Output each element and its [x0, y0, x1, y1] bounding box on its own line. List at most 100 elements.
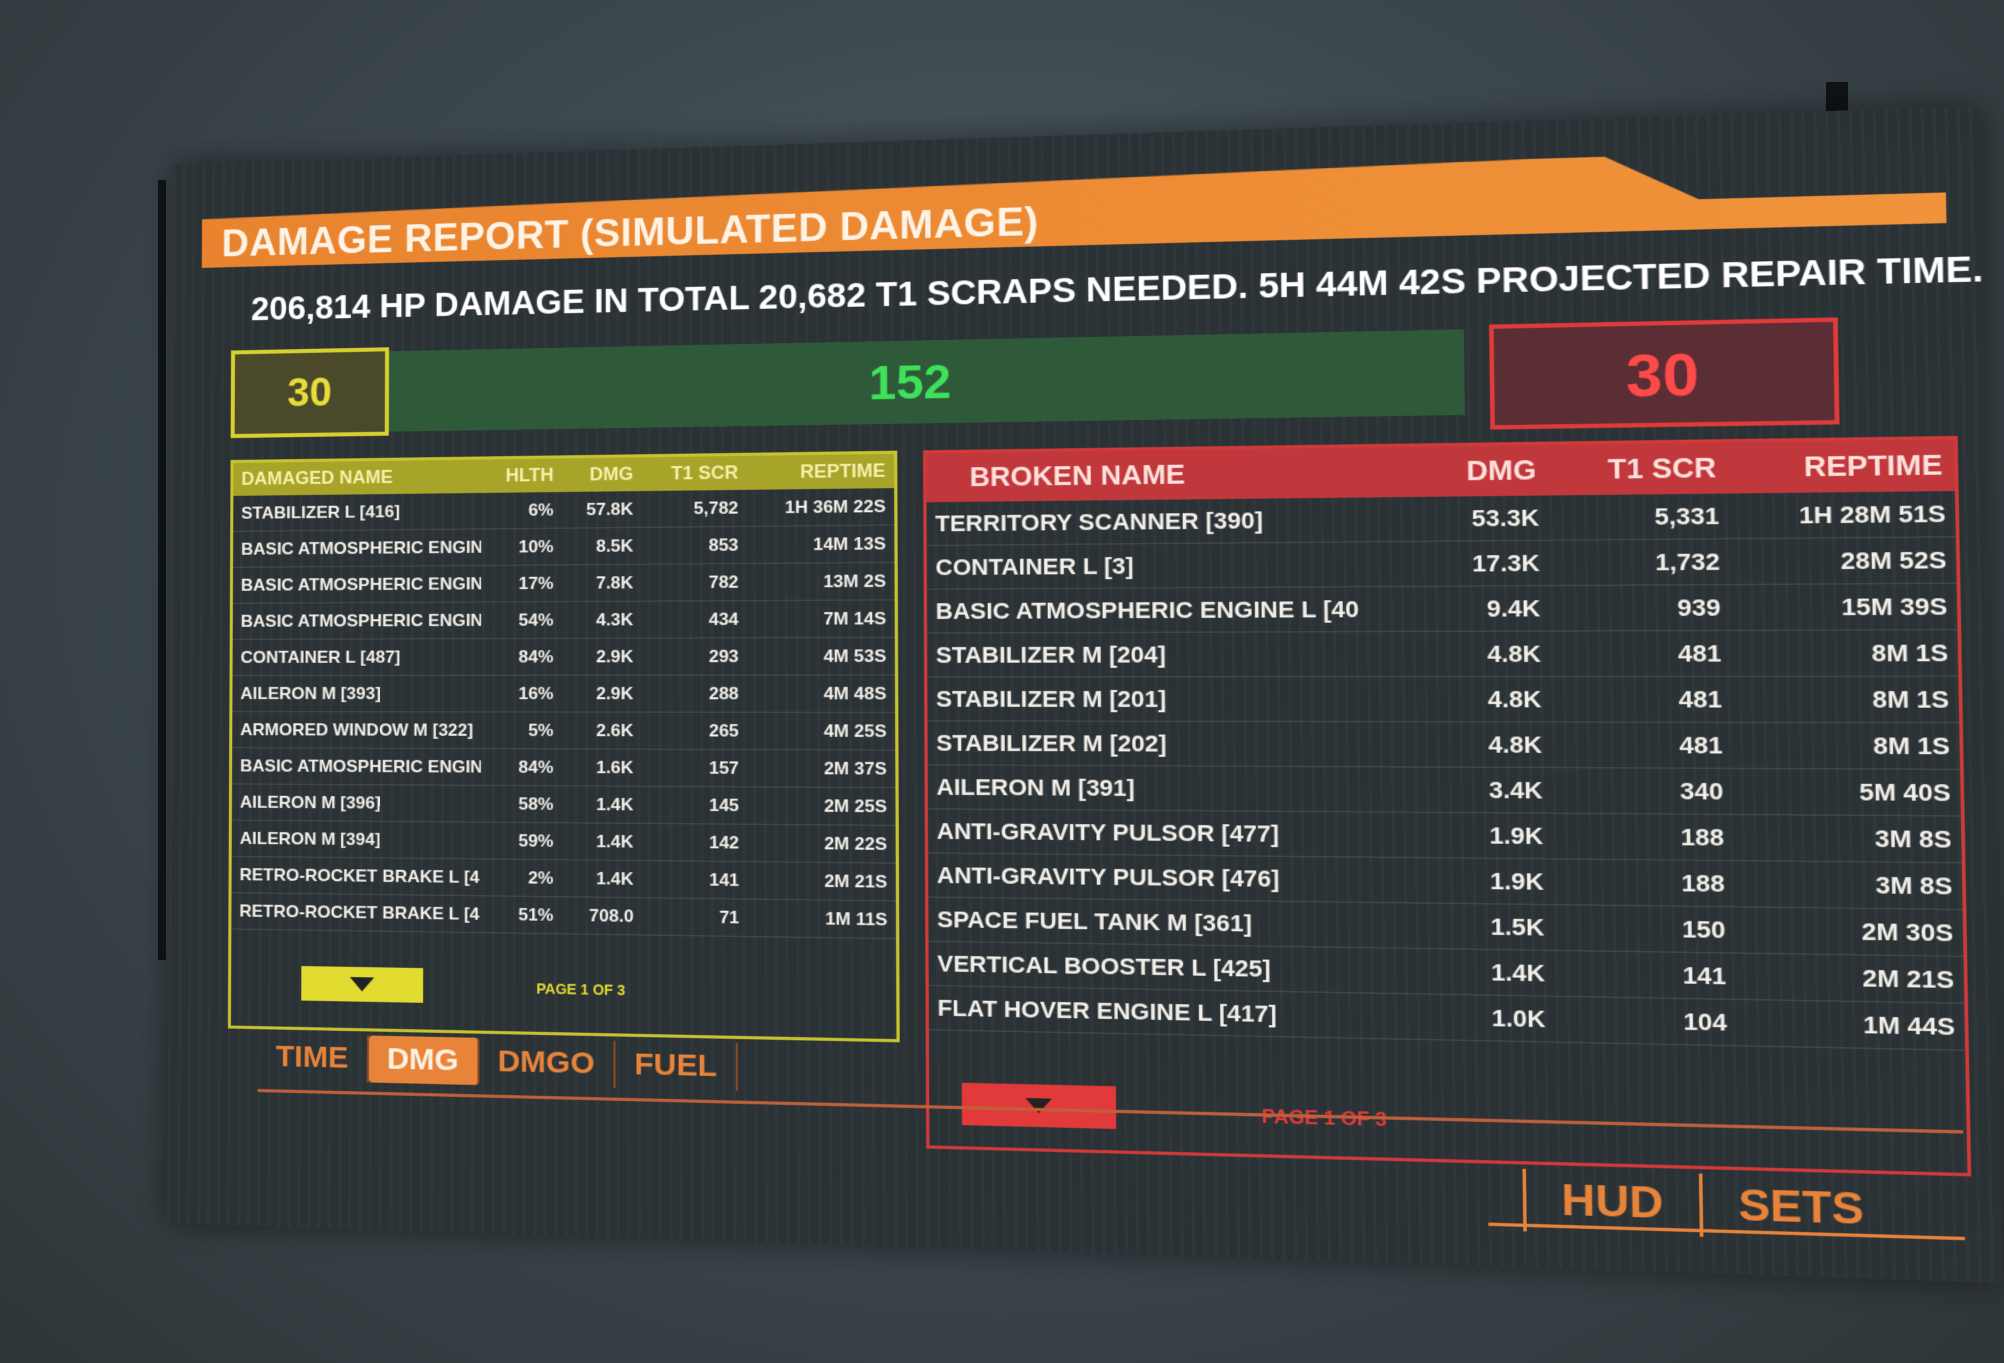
value-cell: 1.4K [561, 785, 642, 824]
value-cell: 1H 28M 51S [1728, 491, 1956, 539]
value-cell: 57.8K [561, 491, 642, 529]
broken-count: 30 [1489, 317, 1840, 430]
value-cell: 14M 13S [746, 524, 895, 564]
value-cell: 1.4K [1426, 948, 1555, 997]
element-name-cell: STABILIZER M [202] [927, 720, 1425, 767]
value-cell: 157 [641, 749, 748, 787]
value-cell: 4.8K [1423, 721, 1552, 768]
value-cell: 6% [481, 492, 562, 529]
tab-time[interactable]: TIME [257, 1033, 369, 1083]
element-name-cell: STABILIZER L [416] [233, 492, 482, 532]
value-cell: 10% [481, 528, 562, 566]
value-cell: 3M 8S [1733, 860, 1963, 910]
element-name-cell: CONTAINER L [3] [926, 541, 1423, 590]
tab-dmg[interactable]: DMG [368, 1035, 480, 1086]
value-cell: 142 [641, 823, 748, 862]
value-cell: 84% [480, 638, 562, 676]
value-cell: 1,732 [1548, 538, 1730, 586]
element-name-cell: BASIC ATMOSPHERIC ENGIN [232, 747, 481, 786]
value-cell: 293 [641, 637, 748, 676]
value-cell: 8M 1S [1730, 629, 1959, 677]
table-row[interactable]: RETRO-ROCKET BRAKE L [4 51% 708.0 71 1M 11S [231, 892, 897, 939]
column-header: HLTH [481, 458, 562, 493]
table-row[interactable]: AILERON M [396] 58% 1.4K 145 2M 25S [231, 783, 896, 826]
table-row[interactable]: BASIC ATMOSPHERIC ENGIN 17% 7.8K 782 13M 2S [232, 562, 895, 604]
value-cell: 15M 39S [1729, 583, 1958, 631]
value-cell: 16% [480, 675, 562, 713]
damaged-panel: DAMAGED NAME HLTH DMG T1 SCR REPTIME STABILI… [227, 450, 900, 1043]
element-name-cell: ANTI-GRAVITY PULSOR [476] [928, 852, 1426, 904]
value-cell: 8M 1S [1731, 722, 1961, 770]
value-cell: 1M 11S [747, 899, 897, 939]
value-cell: 53.3K [1421, 495, 1549, 542]
value-cell: 54% [481, 601, 562, 639]
tab-dmgo[interactable]: DMGO [479, 1037, 616, 1089]
value-cell: 71 [641, 897, 748, 937]
damaged-page-down-button[interactable] [301, 966, 424, 1003]
value-cell: 1M 44S [1736, 999, 1966, 1051]
value-cell: 4.3K [561, 601, 642, 639]
element-counter-bar: 30 152 30 [230, 315, 1950, 446]
element-name-cell: AILERON M [393] [232, 675, 481, 712]
element-name-cell: BASIC ATMOSPHERIC ENGIN [233, 528, 482, 568]
table-row[interactable]: CONTAINER L [487] 84% 2.9K 293 4M 53S [232, 637, 895, 676]
screen-frame-left [158, 179, 166, 961]
sort-tabs: TIME DMG DMGO FUEL [257, 1033, 739, 1092]
table-row[interactable]: STABILIZER M [202] 4.8K 481 8M 1S [927, 720, 1961, 770]
value-cell: 3.4K [1424, 766, 1553, 814]
damage-summary: 206,814 HP DAMAGE IN TOTAL 20,682 T1 SCR… [250, 248, 1984, 328]
column-header: T1 SCR [641, 455, 747, 492]
column-header: T1 SCR [1547, 442, 1729, 496]
value-cell: 28M 52S [1729, 536, 1957, 585]
table-row[interactable]: BASIC ATMOSPHERIC ENGIN 54% 4.3K 434 7M 14S [232, 599, 895, 640]
element-name-cell: STABILIZER M [204] [927, 631, 1424, 677]
damage-report-screen: DAMAGE REPORT (SIMULATED DAMAGE) 206,814… [167, 106, 2003, 1284]
damaged-table: DAMAGED NAME HLTH DMG T1 SCR REPTIME STABILI… [231, 453, 897, 939]
column-header: REPTIME [746, 453, 895, 490]
value-cell: 104 [1554, 996, 1737, 1046]
value-cell: 188 [1552, 858, 1735, 907]
tab-fuel[interactable]: FUEL [615, 1040, 739, 1092]
table-row[interactable]: STABILIZER L [416] 6% 57.8K 5,782 1H 36M 22S [233, 488, 895, 532]
table-row[interactable]: STABILIZER M [201] 4.8K 481 8M 1S [927, 676, 1960, 723]
value-cell: 188 [1552, 813, 1734, 861]
value-cell: 145 [641, 786, 748, 825]
value-cell: 1.4K [561, 822, 642, 861]
element-name-cell: CONTAINER L [487] [232, 638, 482, 676]
value-cell: 2M 37S [747, 749, 896, 788]
value-cell: 782 [641, 563, 748, 602]
element-name-cell: TERRITORY SCANNER [390] [926, 496, 1422, 546]
value-cell: 2M 21S [747, 861, 896, 901]
value-cell: 5% [480, 711, 562, 749]
value-cell: 1.9K [1424, 812, 1553, 859]
value-cell: 481 [1551, 721, 1733, 769]
element-name-cell: RETRO-ROCKET BRAKE L [4 [231, 856, 481, 896]
table-row[interactable]: BASIC ATMOSPHERIC ENGIN 84% 1.6K 157 2M 37S [232, 747, 896, 788]
value-cell: 1H 36M 22S [746, 488, 895, 527]
value-cell: 3M 8S [1733, 814, 1962, 863]
value-cell: 8.5K [561, 527, 642, 565]
element-name-cell: ARMORED WINDOW M [322] [232, 711, 481, 749]
value-cell: 150 [1553, 904, 1736, 954]
element-name-cell: BASIC ATMOSPHERIC ENGINE L [40 [926, 586, 1423, 634]
value-cell: 9.4K [1422, 585, 1550, 632]
element-name-cell: SPACE FUEL TANK M [361] [928, 897, 1427, 949]
table-row[interactable]: AILERON M [391] 3.4K 340 5M 40S [927, 764, 1961, 817]
value-cell: 2M 22S [747, 824, 896, 864]
table-row[interactable]: STABILIZER M [204] 4.8K 481 8M 1S [927, 629, 1959, 677]
element-name-cell: STABILIZER M [201] [927, 676, 1424, 722]
value-cell: 2.9K [561, 675, 642, 713]
element-name-cell: AILERON M [396] [231, 783, 481, 823]
table-row[interactable]: BASIC ATMOSPHERIC ENGIN 10% 8.5K 853 14M 13S [233, 524, 895, 568]
table-row[interactable]: BASIC ATMOSPHERIC ENGINE L [40 9.4K 939 15M… [926, 583, 1958, 634]
table-row[interactable]: AILERON M [393] 16% 2.9K 288 4M 48S [232, 674, 896, 713]
value-cell: 59% [480, 822, 562, 860]
value-cell: 2M 25S [747, 786, 896, 826]
element-name-cell: FLAT HOVER ENGINE L [417] [928, 985, 1428, 1040]
table-row[interactable]: CONTAINER L [3] 17.3K 1,732 28M 52S [926, 536, 1957, 590]
table-row[interactable]: ARMORED WINDOW M [322] 5% 2.6K 265 4M 25S [232, 711, 896, 751]
value-cell: 5,782 [641, 489, 747, 528]
value-cell: 5M 40S [1732, 768, 1961, 817]
value-cell: 1.4K [561, 859, 642, 898]
value-cell: 7.8K [561, 564, 642, 602]
